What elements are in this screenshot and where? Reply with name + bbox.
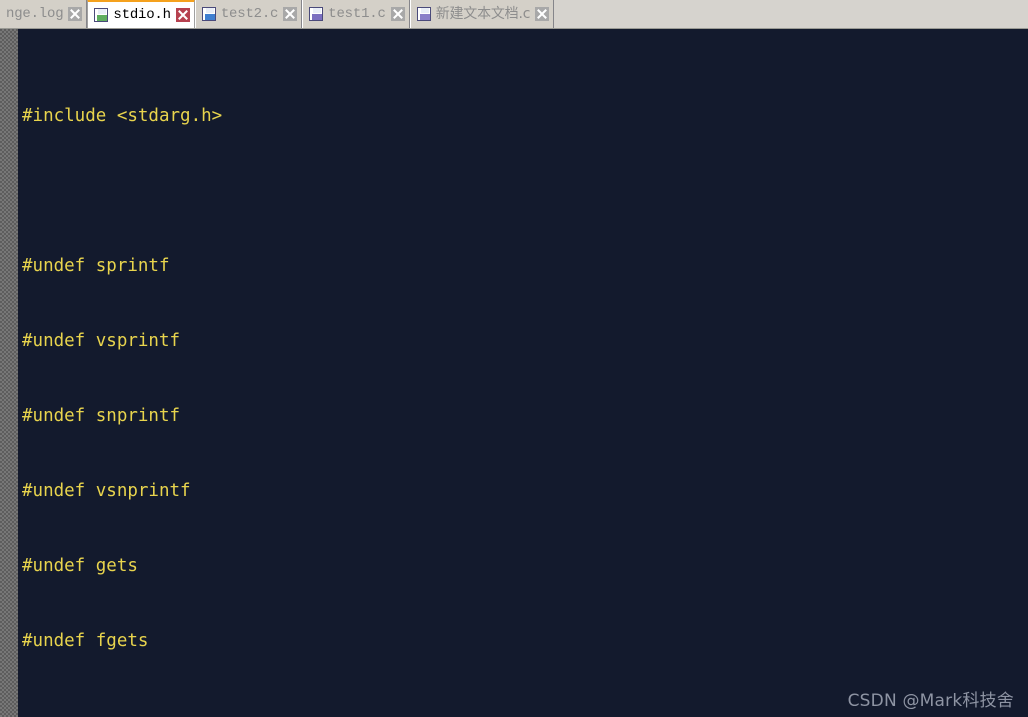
close-icon[interactable] [175, 8, 190, 22]
tab-nge-log[interactable]: nge.log [0, 0, 88, 28]
save-floppy-icon [94, 8, 109, 22]
editor-tab-bar: nge.log stdio.h test2.c test1.c 新建文本文档.c [0, 0, 1028, 29]
tab-new-text-document-c[interactable]: 新建文本文档.c [409, 0, 555, 28]
close-icon[interactable] [390, 7, 405, 21]
code-line[interactable] [0, 179, 1028, 204]
tab-label: stdio.h [113, 7, 171, 23]
tab-test2-c[interactable]: test2.c [194, 0, 303, 28]
code-line[interactable]: #include <stdarg.h> [0, 104, 1028, 129]
code-text-area[interactable]: #include <stdarg.h> #undef sprintf #unde… [0, 29, 1028, 717]
save-floppy-icon [201, 7, 216, 21]
code-line[interactable]: #undef vsprintf [0, 329, 1028, 354]
save-floppy-icon [416, 7, 431, 21]
close-icon[interactable] [283, 7, 298, 21]
tab-label: nge.log [6, 6, 64, 22]
save-floppy-icon [309, 7, 324, 21]
watermark: CSDN @Mark科技舍 [847, 691, 1014, 711]
tab-test1-c[interactable]: test1.c [302, 0, 410, 28]
code-line[interactable]: #undef gets [0, 554, 1028, 579]
code-editor[interactable]: #include <stdarg.h> #undef sprintf #unde… [0, 29, 1028, 717]
code-line[interactable]: #undef snprintf [0, 404, 1028, 429]
tab-label: 新建文本文档.c [435, 6, 531, 22]
code-line[interactable]: #undef sprintf [0, 254, 1028, 279]
close-icon[interactable] [535, 7, 550, 21]
code-line[interactable]: #undef vsnprintf [0, 479, 1028, 504]
tab-label: test1.c [328, 6, 386, 22]
tab-stdio-h[interactable]: stdio.h [87, 0, 195, 28]
code-line[interactable]: #undef fgets [0, 629, 1028, 654]
close-icon[interactable] [68, 7, 83, 21]
fold-gutter[interactable] [0, 29, 18, 717]
tab-label: test2.c [220, 6, 279, 22]
